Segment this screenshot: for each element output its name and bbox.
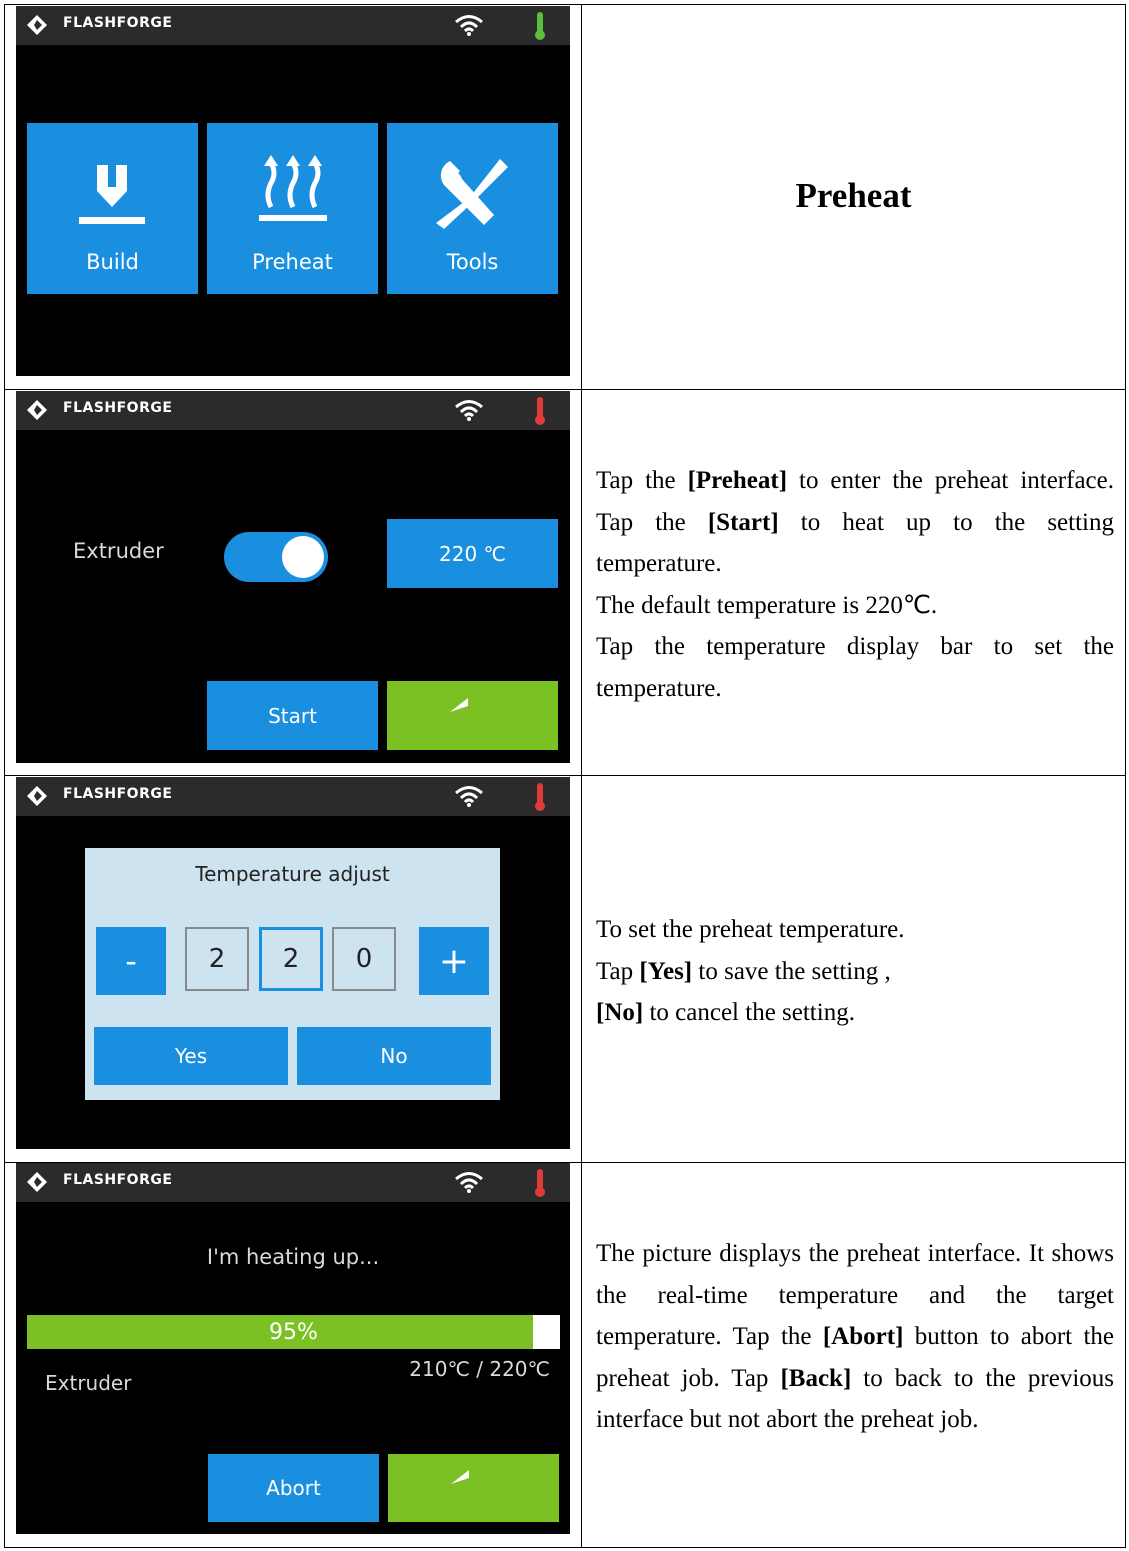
status-bar: FLASHFORGE (16, 777, 570, 816)
extruder-label: Extruder (45, 1371, 132, 1395)
thermometer-icon (535, 397, 545, 425)
manual-page: FLASHFORGE Build Preheat Tools Preheat F… (0, 0, 1129, 1551)
row-divider (4, 775, 1125, 776)
build-label: Build (86, 250, 139, 274)
table-border-right (1125, 4, 1126, 1548)
temperature-adjust-description: To set the preheat temperature. Tap [Yes… (596, 916, 905, 1026)
digit-hundreds[interactable]: 2 (185, 927, 249, 991)
build-icon (79, 165, 145, 224)
temperature-dialog: Temperature adjust - 2 2 0 + Yes No (85, 848, 500, 1100)
tools-icon (436, 159, 508, 229)
back-button[interactable] (388, 1454, 559, 1522)
row-divider (4, 389, 1125, 390)
wifi-icon (455, 1172, 483, 1193)
brand-name: FLASHFORGE (63, 400, 173, 416)
back-arrow-icon (450, 1470, 469, 1484)
section-title: Preheat (795, 176, 912, 215)
increase-button[interactable]: + (419, 927, 489, 995)
start-button[interactable]: Start (207, 681, 378, 750)
flashforge-logo-icon (27, 15, 47, 35)
temperature-readout: 210℃ / 220℃ (409, 1357, 550, 1381)
brand-name: FLASHFORGE (63, 15, 173, 31)
status-bar: FLASHFORGE (16, 1163, 570, 1202)
progress-bar: 95% (27, 1315, 560, 1349)
tools-label: Tools (446, 250, 499, 274)
heating-status: I'm heating up... (206, 1245, 380, 1269)
progress-percent: 95% (269, 1319, 318, 1345)
preheat-label: Preheat (252, 250, 333, 274)
screen-temperature-adjust: FLASHFORGE Temperature adjust - 2 2 0 + … (16, 777, 570, 1149)
column-divider (581, 4, 582, 1548)
tools-tile[interactable]: Tools (387, 123, 558, 294)
flashforge-logo-icon (27, 786, 47, 806)
back-arrow-icon (449, 697, 468, 712)
yes-button[interactable]: Yes (94, 1027, 288, 1085)
preheat-tile[interactable]: Preheat (207, 123, 378, 294)
brand-name: FLASHFORGE (63, 1172, 173, 1188)
table-border-left (4, 4, 5, 1548)
toggle-knob (282, 536, 324, 578)
digit-ones[interactable]: 0 (332, 927, 396, 991)
preheat-description: Tap the [Preheat] to enter the preheat i… (596, 467, 1114, 702)
abort-button[interactable]: Abort (208, 1454, 379, 1522)
wifi-icon (455, 400, 483, 421)
status-bar: FLASHFORGE (16, 6, 570, 45)
thermometer-icon (535, 1169, 545, 1197)
screen-heating: FLASHFORGE I'm heating up... 95% Extrude… (16, 1163, 570, 1534)
extruder-label: Extruder (73, 539, 164, 563)
extruder-toggle[interactable] (224, 532, 328, 582)
wifi-icon (455, 15, 483, 36)
table-border-bottom (4, 1547, 1125, 1548)
heating-description: The picture displays the preheat interfa… (596, 1240, 1114, 1433)
screen-preheat: FLASHFORGE Extruder 220 ℃ Start (16, 391, 570, 763)
thermometer-icon (535, 783, 545, 811)
wifi-icon (455, 786, 483, 807)
temperature-button[interactable]: 220 ℃ (387, 519, 558, 588)
table-border-top (4, 4, 1125, 5)
build-tile[interactable]: Build (27, 123, 198, 294)
flashforge-logo-icon (27, 400, 47, 420)
status-bar: FLASHFORGE (16, 391, 570, 430)
decrease-button[interactable]: - (96, 927, 166, 995)
preheat-icon (259, 155, 327, 221)
thermometer-icon (535, 12, 545, 40)
back-button[interactable] (387, 681, 558, 750)
dialog-title: Temperature adjust (195, 862, 390, 886)
no-button[interactable]: No (297, 1027, 491, 1085)
digit-tens[interactable]: 2 (259, 927, 323, 991)
screen-home: FLASHFORGE Build Preheat Tools (16, 6, 570, 376)
brand-name: FLASHFORGE (63, 786, 173, 802)
flashforge-logo-icon (27, 1172, 47, 1192)
